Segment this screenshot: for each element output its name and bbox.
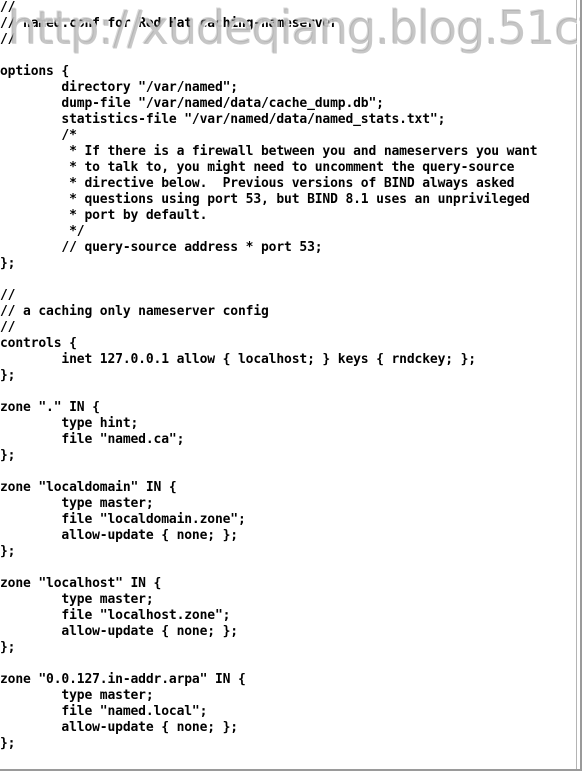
code-line: }; [0, 256, 16, 271]
code-line: * port by default. [0, 208, 208, 223]
code-line: }; [0, 368, 16, 383]
code-line: // a caching only nameserver config [0, 304, 269, 319]
code-line: type master; [0, 496, 154, 511]
code-line: file "named.ca"; [0, 432, 185, 447]
code-line: allow-update { none; }; [0, 720, 238, 735]
right-edge-rule [576, 0, 577, 769]
code-line: file "localhost.zone"; [0, 608, 231, 623]
code-line: * directive below. Previous versions of … [0, 176, 515, 191]
code-line: }; [0, 544, 16, 559]
code-line: allow-update { none; }; [0, 528, 238, 543]
code-line: type hint; [0, 416, 139, 431]
code-line: controls { [0, 336, 77, 351]
code-text-area[interactable]: //// named.conf for Red Hat caching-name… [0, 0, 578, 760]
code-line: type master; [0, 592, 154, 607]
code-line: */ [0, 224, 85, 239]
code-line: // [0, 320, 16, 335]
code-line: directory "/var/named"; [0, 80, 238, 95]
code-line: }; [0, 640, 16, 655]
code-line: }; [0, 448, 16, 463]
code-line: }; [0, 736, 16, 751]
code-line: type master; [0, 688, 154, 703]
code-line: * If there is a firewall between you and… [0, 144, 538, 159]
code-line: file "localdomain.zone"; [0, 512, 246, 527]
code-line: options { [0, 64, 70, 79]
code-line: zone "." IN { [0, 400, 100, 415]
code-line: inet 127.0.0.1 allow { localhost; } keys… [0, 352, 476, 367]
code-line: zone "localdomain" IN { [0, 480, 177, 495]
code-line: file "named.local"; [0, 704, 208, 719]
code-line: // named.conf for Red Hat caching-namese… [0, 16, 338, 31]
code-line: // [0, 288, 16, 303]
code-line: /* [0, 128, 77, 143]
code-line: allow-update { none; }; [0, 624, 238, 639]
code-line: // [0, 0, 16, 15]
code-line: zone "localhost" IN { [0, 576, 162, 591]
code-line: statistics-file "/var/named/data/named_s… [0, 112, 446, 127]
file-viewer-window: //// named.conf for Red Hat caching-name… [0, 0, 582, 771]
code-line: // [0, 32, 16, 47]
code-line: // query-source address * port 53; [0, 240, 323, 255]
code-line: dump-file "/var/named/data/cache_dump.db… [0, 96, 384, 111]
code-line: zone "0.0.127.in-addr.arpa" IN { [0, 672, 246, 687]
code-line: * to talk to, you might need to uncommen… [0, 160, 515, 175]
code-line: * questions using port 53, but BIND 8.1 … [0, 192, 530, 207]
